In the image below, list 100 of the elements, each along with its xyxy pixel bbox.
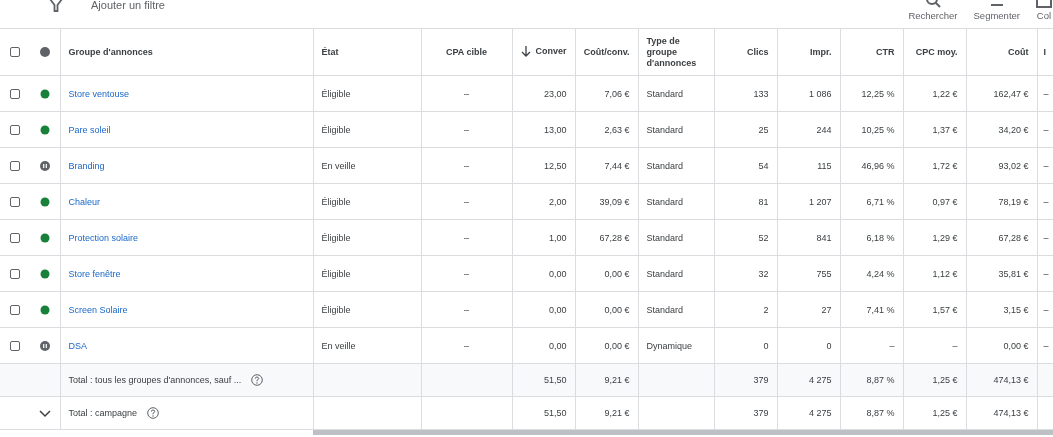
table-cell: Standard bbox=[646, 88, 684, 99]
table-cell: Éligible bbox=[321, 124, 351, 135]
table-cell: 1,37 € bbox=[932, 124, 958, 135]
table-cell: 1,72 € bbox=[932, 160, 958, 171]
table-cell: En veille bbox=[321, 340, 356, 351]
segment-button[interactable]: Segmenter bbox=[973, 0, 1020, 21]
table-cell: 0,00 € bbox=[604, 304, 630, 315]
table-cell: 93,02 € bbox=[998, 160, 1029, 171]
column-header[interactable]: CPA cible bbox=[446, 47, 487, 57]
table-cell: – bbox=[1043, 196, 1049, 207]
table-cell: – bbox=[889, 340, 895, 351]
column-header[interactable]: Impr. bbox=[810, 47, 832, 57]
table-cell: Dynamique bbox=[646, 340, 693, 351]
table-cell: 7,44 € bbox=[604, 160, 630, 171]
table-cell: 12,50 bbox=[543, 160, 567, 171]
table-cell: 0,00 € bbox=[604, 340, 630, 351]
filter-icon bbox=[49, 0, 63, 12]
table-cell: 0,00 bbox=[548, 268, 567, 279]
table-cell: 2 bbox=[763, 304, 769, 315]
table-cell: Éligible bbox=[321, 268, 351, 279]
column-header[interactable]: CTR bbox=[876, 47, 895, 57]
table-cell: 0,00 € bbox=[604, 268, 630, 279]
checkbox[interactable] bbox=[10, 124, 20, 135]
table-cell: 46,96 % bbox=[861, 160, 895, 171]
table-cell: 4 275 bbox=[808, 408, 832, 418]
table-cell: Éligible bbox=[321, 196, 351, 207]
scrollbar[interactable] bbox=[313, 430, 1053, 435]
checkbox[interactable] bbox=[10, 304, 20, 315]
table-cell: – bbox=[464, 124, 469, 135]
checkbox[interactable] bbox=[10, 268, 20, 279]
column-header[interactable]: Groupe d'annonces bbox=[68, 47, 153, 57]
table-cell: 0,97 € bbox=[932, 196, 958, 207]
checkbox[interactable] bbox=[10, 196, 20, 207]
table-cell: En veille bbox=[321, 160, 356, 171]
table-cell: 0,00 bbox=[548, 340, 567, 351]
column-header[interactable]: Clics bbox=[747, 47, 769, 57]
table-cell: 1,00 bbox=[548, 232, 567, 243]
checkbox[interactable] bbox=[10, 340, 20, 351]
ad-group-link[interactable]: DSA bbox=[68, 340, 87, 351]
table-cell: 755 bbox=[816, 268, 832, 279]
help-icon bbox=[147, 407, 160, 419]
table-cell: 6,71 % bbox=[866, 196, 895, 207]
table-cell: 0 bbox=[763, 340, 769, 351]
column-header[interactable]: Coût bbox=[1008, 47, 1029, 57]
table-cell: 1,25 € bbox=[932, 408, 958, 418]
table-cell: Éligible bbox=[321, 88, 351, 99]
table-cell: – bbox=[1043, 124, 1049, 135]
table-cell: – bbox=[464, 232, 469, 243]
table-cell: 32 bbox=[758, 268, 769, 279]
ad-group-link[interactable]: Store fenêtre bbox=[68, 268, 121, 279]
ad-group-link[interactable]: Screen Solaire bbox=[68, 304, 128, 315]
ad-group-link[interactable]: Store ventouse bbox=[68, 88, 130, 99]
table-cell: 51,50 bbox=[543, 375, 567, 385]
table-cell: 39,09 € bbox=[599, 196, 630, 207]
table-cell: 8,87 % bbox=[866, 408, 895, 418]
ad-group-link[interactable]: Pare soleil bbox=[68, 124, 111, 135]
table-cell: – bbox=[1043, 88, 1049, 99]
table-cell: 52 bbox=[758, 232, 769, 243]
table-cell: Standard bbox=[646, 268, 684, 279]
help-icon bbox=[251, 374, 264, 386]
table-cell: Standard bbox=[646, 232, 684, 243]
checkbox[interactable] bbox=[10, 232, 20, 243]
table-cell: 27 bbox=[821, 304, 832, 315]
search-button[interactable]: Rechercher bbox=[908, 0, 958, 21]
columns-button[interactable]: Col bbox=[1036, 0, 1052, 21]
table-cell: 1,57 € bbox=[932, 304, 958, 315]
table-cell: – bbox=[1043, 304, 1049, 315]
ad-group-link[interactable]: Chaleur bbox=[68, 196, 101, 207]
table-cell: 379 bbox=[753, 375, 769, 385]
column-header[interactable]: CPC moy. bbox=[915, 47, 958, 57]
table-cell: – bbox=[464, 160, 469, 171]
ad-group-link[interactable]: Protection solaire bbox=[68, 232, 139, 243]
table-cell: 10,25 % bbox=[861, 124, 895, 135]
table-cell: 12,25 % bbox=[861, 88, 895, 99]
table-cell: 81 bbox=[758, 196, 769, 207]
table-cell: 9,21 € bbox=[604, 375, 630, 385]
table-cell: Standard bbox=[646, 160, 684, 171]
total-label: Total : tous les groupes d'annonces, sauf ... bbox=[68, 375, 242, 385]
table-cell: 51,50 bbox=[543, 408, 567, 418]
column-header[interactable]: Coût/conv. bbox=[583, 47, 630, 57]
table-cell: 9,21 € bbox=[604, 408, 630, 418]
table-cell: 7,41 % bbox=[866, 304, 895, 315]
table-cell: – bbox=[464, 268, 469, 279]
status-icon bbox=[39, 47, 50, 58]
table-cell: 0,00 € bbox=[1003, 340, 1029, 351]
checkbox[interactable] bbox=[10, 47, 20, 58]
table-cell: 35,81 € bbox=[998, 268, 1029, 279]
table-cell: 1 207 bbox=[808, 196, 832, 207]
table-cell: – bbox=[464, 88, 469, 99]
column-header[interactable]: État bbox=[321, 47, 339, 57]
ad-group-link[interactable]: Branding bbox=[68, 160, 105, 171]
search-icon bbox=[924, 0, 941, 8]
table-cell: – bbox=[1043, 268, 1049, 279]
column-header[interactable]: Conver bbox=[521, 45, 567, 57]
column-header[interactable]: I bbox=[1043, 47, 1046, 57]
sort-arrow-icon bbox=[521, 45, 532, 57]
table-cell: Standard bbox=[646, 196, 684, 207]
checkbox[interactable] bbox=[10, 88, 20, 99]
checkbox[interactable] bbox=[10, 160, 20, 171]
table-cell: 1,22 € bbox=[932, 88, 958, 99]
